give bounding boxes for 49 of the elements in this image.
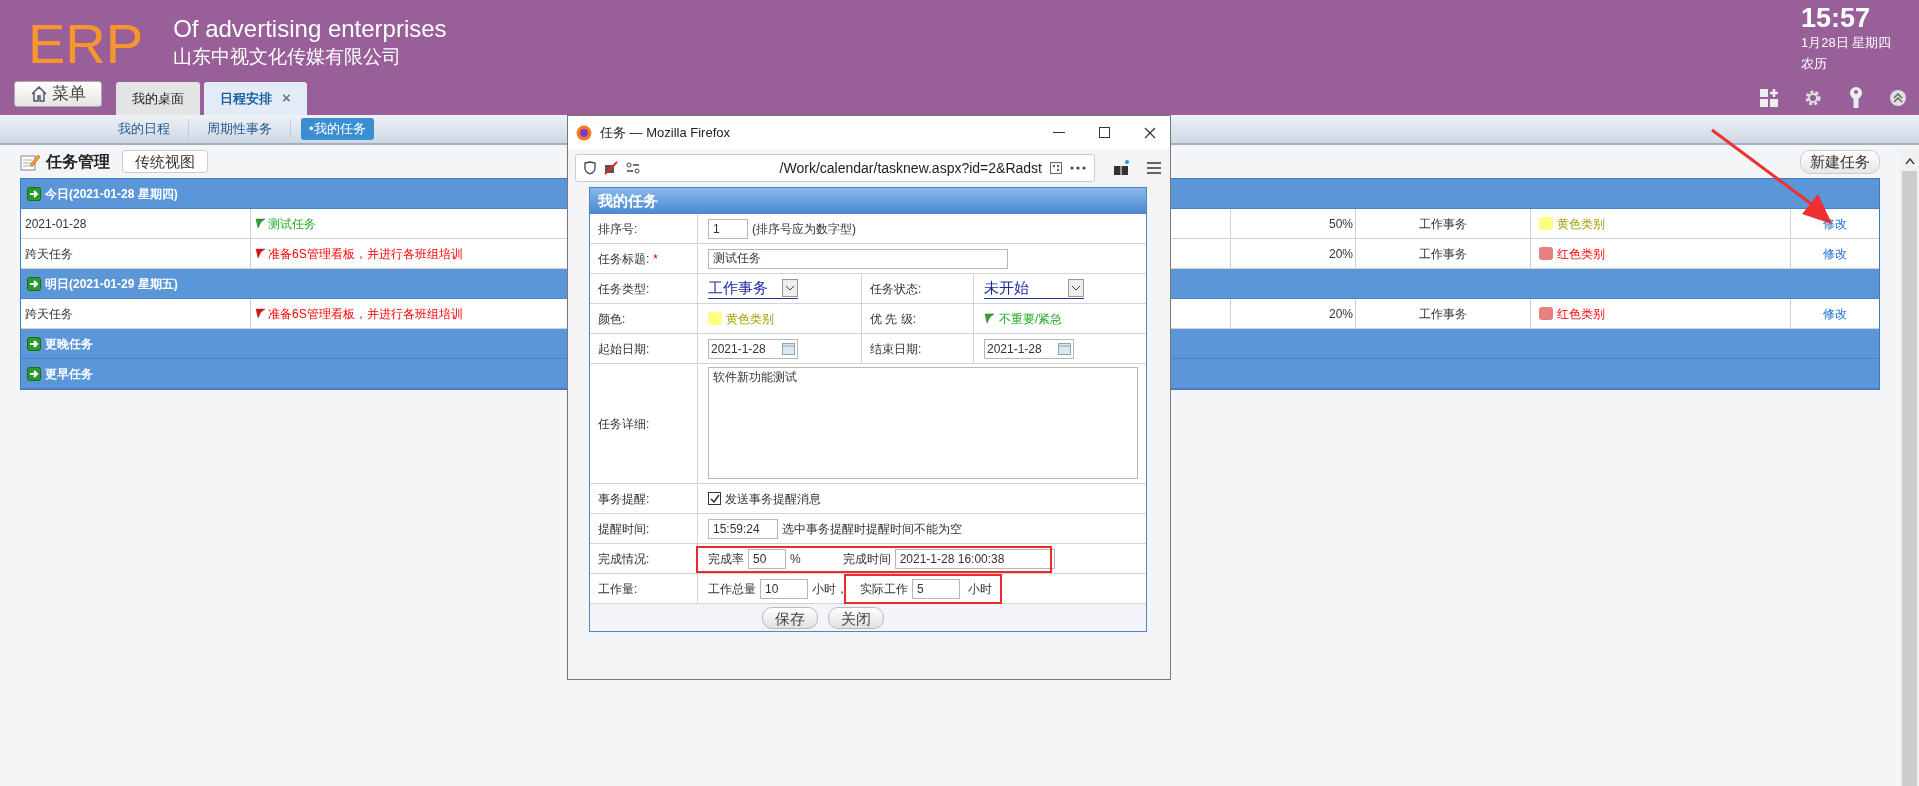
completion-percent: 20% <box>1328 305 1353 323</box>
task-category: 黄色类别 <box>1557 215 1605 233</box>
field-label: 提醒时间: <box>598 520 650 538</box>
task-type: 工作事务 <box>1419 245 1467 263</box>
field-label: 优 先 级: <box>870 310 916 328</box>
group-title: 明日(2021-01-29 星期五) <box>45 275 178 293</box>
field-label: 任务类型: <box>598 280 650 298</box>
field-label: 工作量: <box>598 580 638 598</box>
field-label: 任务标题: <box>598 250 650 268</box>
task-date: 跨天任务 <box>25 305 73 323</box>
task-category: 红色类别 <box>1557 305 1605 323</box>
finish-time-label: 完成时间 <box>842 550 891 568</box>
hours-unit: 小时 <box>968 580 992 598</box>
field-hint: 选中事务提醒时提醒时间不能为空 <box>782 520 962 538</box>
clock-date: 1月28日 星期四 <box>1801 34 1893 52</box>
actual-hours-label: 实际工作 <box>860 580 908 598</box>
field-label: 起始日期: <box>598 340 650 358</box>
url-text: /Work/calendar/tasknew.aspx?id=2&Radst <box>779 158 1042 178</box>
logo: ERP <box>28 12 144 77</box>
field-hint: (排序号应为数字型) <box>752 220 856 238</box>
completion-percent: 50% <box>1328 215 1353 233</box>
rate-label: 完成率 <box>708 550 744 568</box>
window-title: 任务 — Mozilla Firefox <box>600 123 731 142</box>
total-hours-label: 工作总量 <box>708 580 756 598</box>
field-label: 结束日期: <box>870 340 922 358</box>
task-date: 跨天任务 <box>25 245 73 263</box>
form-title: 我的任务 <box>598 190 658 211</box>
group-title: 更早任务 <box>45 365 93 383</box>
page-title: 任务管理 <box>46 151 110 172</box>
task-date: 2021-01-28 <box>25 215 87 233</box>
field-label: 颜色: <box>598 310 626 328</box>
group-title: 今日(2021-01-28 星期四) <box>45 185 178 203</box>
clock-time: 15:57 <box>1801 2 1872 34</box>
group-title: 更晚任务 <box>45 335 93 353</box>
field-label: 事务提醒: <box>598 490 650 508</box>
required-mark: * <box>653 250 658 268</box>
field-label: 任务状态: <box>870 280 922 298</box>
task-type: 工作事务 <box>1419 305 1467 323</box>
field-label: 完成情况: <box>598 550 650 568</box>
task-category: 红色类别 <box>1557 245 1605 263</box>
task-type: 工作事务 <box>1419 215 1467 233</box>
percent-unit: % <box>790 550 801 568</box>
field-label: 排序号: <box>598 220 638 238</box>
field-label: 任务详细: <box>598 415 650 433</box>
app-title: Of advertising enterprises <box>173 14 447 44</box>
company-name: 山东中视文化传媒有限公司 <box>173 45 403 69</box>
lunar-label: 农历 <box>1801 55 1828 73</box>
completion-percent: 20% <box>1328 245 1353 263</box>
hours-unit: 小时， <box>812 580 848 598</box>
